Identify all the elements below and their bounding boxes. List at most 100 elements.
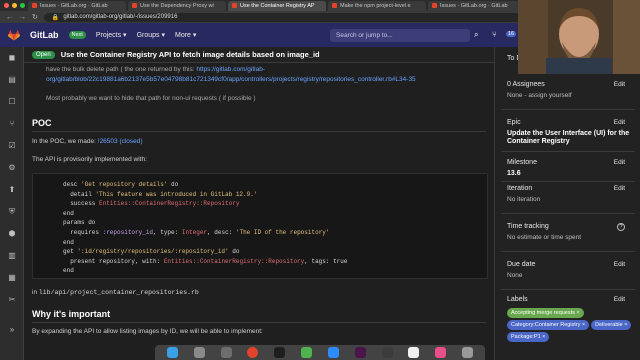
merge-request-icon[interactable]: ⑂ <box>492 30 497 39</box>
iteration-block: Iteration Edit No iteration <box>507 185 635 203</box>
code-token: end <box>63 238 74 246</box>
search-input[interactable]: Search or jump to... <box>330 29 470 42</box>
label-pill[interactable]: Accepting merge requests × <box>507 308 584 318</box>
deployments-icon[interactable]: ⬆ <box>7 185 17 195</box>
wiki-icon[interactable]: ▦ <box>7 273 17 283</box>
terminal-icon[interactable] <box>274 347 286 358</box>
code-line: end <box>63 209 487 219</box>
label-pill[interactable]: Package:P1 × <box>507 332 550 342</box>
quote-line-1: have the bulk delete path ( the one retu… <box>46 65 486 85</box>
todo-count-badge[interactable]: 16 <box>506 31 517 37</box>
browser-tab[interactable]: Make the npm project-level e <box>328 0 426 11</box>
code-token: 'This feature was introduced in GitLab 1… <box>95 190 258 198</box>
next-badge[interactable]: Next <box>68 31 86 39</box>
browser-tabs: Issues · GitLab.org · GitLab Use the Depe… <box>28 0 526 11</box>
sidebar-divider <box>501 251 635 252</box>
code-token: do <box>228 248 240 256</box>
code-token: 'The ID of the repository' <box>235 228 330 236</box>
back-arrow-icon[interactable]: ← <box>6 14 13 21</box>
poc-paragraph: In the POC, we made: !26503 (closed) <box>32 137 472 147</box>
url-text: gitlab.com/gitlab-org/gitlab/-/issues/20… <box>63 14 178 20</box>
notes-icon[interactable] <box>408 347 420 358</box>
issues-icon[interactable]: ☐ <box>7 97 17 107</box>
code-token: desc <box>63 181 82 188</box>
code-token: , desc: <box>207 228 236 236</box>
poc-mr-link[interactable]: !26503 (closed) <box>98 138 143 145</box>
code-token: :repository_id <box>102 228 154 236</box>
time-tracking-label: Time tracking <box>507 223 549 230</box>
close-window-button[interactable] <box>4 3 9 8</box>
nav-more[interactable]: More ▾ <box>175 31 196 39</box>
url-field[interactable]: 🔒 gitlab.com/gitlab-org/gitlab/-/issues/… <box>43 12 544 22</box>
snippets-icon[interactable]: ✂ <box>7 295 17 305</box>
labels-list: Accepting merge requests × Category:Conta… <box>507 306 635 342</box>
epic-value[interactable]: Update the User Interface (UI) for the C… <box>507 130 635 146</box>
assignees-value[interactable]: None - assign yourself <box>507 92 635 99</box>
messages-icon[interactable] <box>301 347 313 358</box>
label-pill[interactable]: Deliverable × <box>591 320 632 330</box>
app-icon[interactable] <box>381 347 393 358</box>
trash-icon[interactable] <box>462 347 474 358</box>
minimize-window-button[interactable] <box>12 3 17 8</box>
code-line: present repository, with: Entities::Cont… <box>63 257 487 267</box>
chrome-icon[interactable] <box>247 347 259 358</box>
code-line: requires :repository_id, type: Integer, … <box>63 228 487 238</box>
project-icon[interactable]: ◼ <box>7 53 17 63</box>
analytics-icon[interactable]: ▥ <box>7 251 17 261</box>
code-line: end <box>63 238 487 248</box>
maximize-window-button[interactable] <box>20 3 25 8</box>
labels-edit-link[interactable]: Edit <box>614 296 625 303</box>
milestone-value[interactable]: 13.6 <box>507 170 635 178</box>
status-badge: Open <box>32 50 55 59</box>
code-token: Integer <box>181 228 208 236</box>
browser-tab-label: Make the npm project-level e <box>340 2 411 9</box>
browser-tab[interactable]: Use the Container Registry AP <box>228 0 326 11</box>
file-prefix: in <box>32 289 38 296</box>
security-icon[interactable]: ⛨ <box>7 207 17 217</box>
poc-text: In the POC, we made: <box>32 138 96 145</box>
gitlab-logo-icon[interactable] <box>8 29 20 41</box>
milestone-edit-link[interactable]: Edit <box>614 159 625 166</box>
epic-edit-link[interactable]: Edit <box>614 119 625 126</box>
browser-tab[interactable]: Issues · GitLab.org · GitLab <box>428 0 526 11</box>
cicd-icon[interactable]: ⚙ <box>7 163 17 173</box>
system-preferences-icon[interactable] <box>220 347 232 358</box>
zoom-icon[interactable] <box>327 347 339 358</box>
quote-line-3: Most probably we want to hide that path … <box>46 95 256 102</box>
code-token: , type: <box>153 228 182 236</box>
label-pill[interactable]: Category:Container Registry × <box>507 320 590 330</box>
time-tracking-value: No estimate or time spent <box>507 234 582 241</box>
browser-tab-label: Use the Dependency Proxy wi <box>140 2 214 9</box>
due-date-block: Due date Edit None <box>507 261 635 279</box>
music-icon[interactable] <box>435 347 447 358</box>
time-tracking-block: Time tracking ? No estimate or time spen… <box>507 223 635 241</box>
reload-icon[interactable]: ↻ <box>32 13 38 21</box>
due-date-edit-link[interactable]: Edit <box>614 261 625 268</box>
code-token: present repository, with: <box>63 257 164 265</box>
code-line: get ':id/registry/repositories/:reposito… <box>63 247 487 257</box>
search-icon[interactable]: ⌕ <box>474 30 478 40</box>
sidebar-divider <box>501 289 635 290</box>
repository-icon[interactable]: ▤ <box>7 75 17 85</box>
webcam-person-image <box>518 0 640 74</box>
browser-tab[interactable]: Issues · GitLab.org · GitLab <box>28 0 126 11</box>
help-icon[interactable]: ? <box>617 223 625 231</box>
forward-arrow-icon[interactable]: → <box>19 14 26 21</box>
gitlab-brand[interactable]: GitLab <box>30 30 59 40</box>
sidebar-divider <box>501 213 635 214</box>
merge-requests-icon[interactable]: ⑂ <box>7 119 17 129</box>
assignees-edit-link[interactable]: Edit <box>614 81 625 88</box>
browser-tab-label: Use the Container Registry AP <box>240 2 315 9</box>
requirements-icon[interactable]: ☑ <box>7 141 17 151</box>
iteration-edit-link[interactable]: Edit <box>614 185 625 192</box>
nav-projects[interactable]: Projects ▾ <box>96 31 127 39</box>
browser-tab[interactable]: Use the Dependency Proxy wi <box>128 0 226 11</box>
code-token: Entities::ContainerRegistry::Repository <box>99 200 240 208</box>
nav-groups[interactable]: Groups ▾ <box>137 31 165 39</box>
slack-icon[interactable] <box>354 347 366 358</box>
code-block: desc 'Get repository details' do detail … <box>32 173 488 279</box>
finder-icon[interactable] <box>166 347 178 358</box>
launchpad-icon[interactable] <box>193 347 205 358</box>
packages-icon[interactable]: ⬢ <box>7 229 17 239</box>
collapse-sidebar-icon[interactable]: » <box>7 325 17 335</box>
